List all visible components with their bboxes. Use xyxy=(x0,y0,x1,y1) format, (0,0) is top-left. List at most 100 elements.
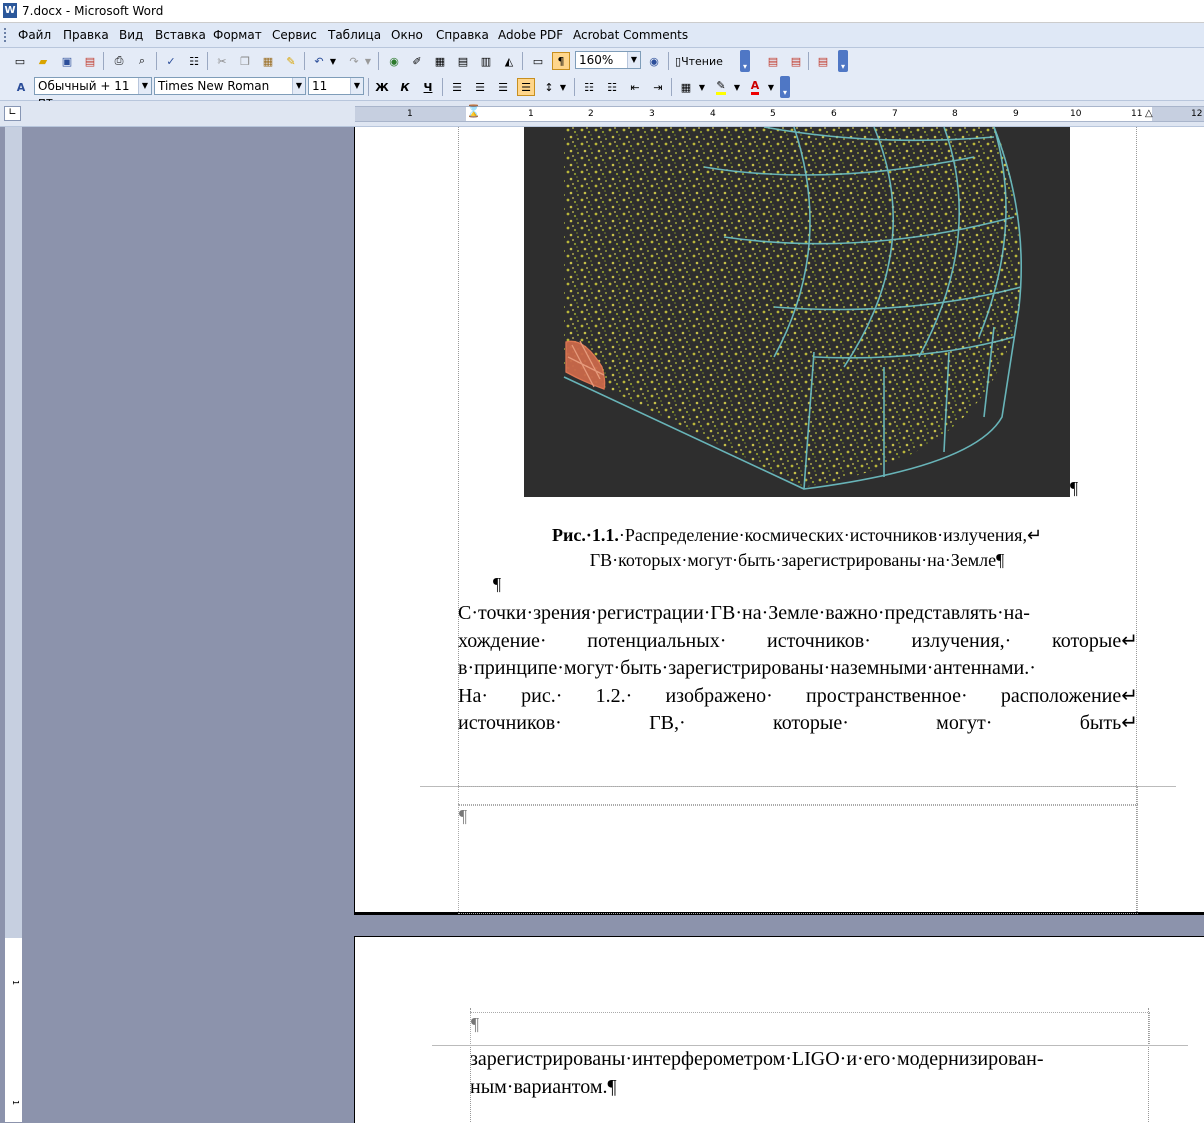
justify-icon[interactable]: ☰ xyxy=(517,78,535,96)
reading-mode-label: Чтение xyxy=(681,54,723,68)
menu-table[interactable]: Таблица xyxy=(328,28,381,42)
toolbar-separator xyxy=(304,52,305,70)
menu-adobe-pdf[interactable]: Adobe PDF xyxy=(498,28,563,42)
line-spacing-dropdown-icon[interactable]: ▼ xyxy=(558,78,568,96)
decrease-indent-icon[interactable]: ⇤ xyxy=(626,78,644,96)
menu-tools[interactable]: Сервис xyxy=(272,28,317,42)
drawing-icon[interactable]: ◭ xyxy=(500,52,518,70)
figure-caption-line-2[interactable]: ГВ·которых·могут·быть·зарегистрированы·н… xyxy=(458,550,1136,571)
cut-icon[interactable]: ✂ xyxy=(213,52,231,70)
research-icon[interactable]: ☷ xyxy=(185,52,203,70)
chevron-down-icon[interactable]: ▼ xyxy=(350,78,363,94)
menu-window[interactable]: Окно xyxy=(391,28,423,42)
bullets-icon[interactable]: ☷ xyxy=(603,78,621,96)
formatting-toolbar: A Обычный + 11 пт,▼ Times New Roman ▼ 11 ▼… xyxy=(0,74,1204,109)
align-center-icon[interactable]: ☰ xyxy=(471,78,489,96)
chevron-down-icon[interactable]: ▼ xyxy=(138,78,151,94)
italic-button[interactable]: К xyxy=(396,78,414,96)
horizontal-ruler[interactable]: 1 ⌛ 1 2 3 4 5 6 7 8 9 10 11 △ 12 xyxy=(355,104,1204,122)
print-preview-icon[interactable]: ⌕ xyxy=(133,52,151,70)
styles-pane-icon[interactable]: A xyxy=(12,78,30,96)
spelling-icon[interactable]: ✓ xyxy=(162,52,180,70)
menu-acrobat-comments[interactable]: Acrobat Comments xyxy=(573,28,688,42)
toolbar-options-icon[interactable]: ▾ xyxy=(838,50,848,72)
toolbar-options-icon[interactable]: ▾ xyxy=(740,50,750,72)
toolbar-options-icon[interactable]: ▾ xyxy=(780,76,790,98)
vertical-ruler[interactable]: 1 1 xyxy=(5,127,22,1122)
chevron-down-icon[interactable]: ▼ xyxy=(292,78,305,94)
show-hide-marks-icon[interactable]: ¶ xyxy=(552,52,570,70)
undo-icon[interactable]: ↶ xyxy=(310,52,328,70)
toolbar-separator xyxy=(207,52,208,70)
toolbar-separator xyxy=(103,52,104,70)
font-color-icon[interactable]: A xyxy=(746,78,764,96)
body-paragraph[interactable]: С·точки·зрения·регистрации·ГВ·на·Земле·в… xyxy=(458,600,1138,738)
underline-button[interactable]: Ч xyxy=(419,78,437,96)
header-area[interactable] xyxy=(470,1012,1150,1046)
menu-insert[interactable]: Вставка xyxy=(155,28,206,42)
font-color-dropdown-icon[interactable]: ▼ xyxy=(766,78,776,96)
figure-caption-line-1[interactable]: Рис.·1.1.·Распределение·космических·исто… xyxy=(458,525,1136,546)
columns-icon[interactable]: ▥ xyxy=(477,52,495,70)
ruler-label: 6 xyxy=(831,109,837,119)
zoom-combo[interactable]: 160% ▼ xyxy=(575,51,641,69)
open-folder-icon[interactable]: ▰ xyxy=(34,52,52,70)
font-combo[interactable]: Times New Roman ▼ xyxy=(154,77,306,95)
figure-image[interactable] xyxy=(524,127,1070,497)
print-icon[interactable]: ⎙ xyxy=(110,52,128,70)
redo-dropdown-icon[interactable]: ▼ xyxy=(363,52,373,70)
standard-toolbar: ▭ ▰ ▣ ▤ ⎙ ⌕ ✓ ☷ ✂ ❐ ▦ ✎ ↶ ▼ ↷ ▼ ◉ ✐ ▦ ▤ … xyxy=(0,48,1204,75)
highlight-dropdown-icon[interactable]: ▼ xyxy=(732,78,742,96)
align-left-icon[interactable]: ☰ xyxy=(448,78,466,96)
menu-file[interactable]: Файл xyxy=(18,28,51,42)
increase-indent-icon[interactable]: ⇥ xyxy=(649,78,667,96)
line-spacing-icon[interactable]: ↕ xyxy=(540,78,558,96)
insert-excel-icon[interactable]: ▤ xyxy=(454,52,472,70)
bold-button[interactable]: Ж xyxy=(373,78,391,96)
toolbar-separator xyxy=(808,52,809,70)
footer-area[interactable] xyxy=(458,804,1138,914)
style-combo[interactable]: Обычный + 11 пт,▼ xyxy=(34,77,152,109)
menu-edit[interactable]: Правка xyxy=(63,28,109,42)
menu-help[interactable]: Справка xyxy=(436,28,489,42)
numbering-icon[interactable]: ☷ xyxy=(580,78,598,96)
permission-icon[interactable]: ▤ xyxy=(81,52,99,70)
toolbar-separator xyxy=(156,52,157,70)
save-icon[interactable]: ▣ xyxy=(58,52,76,70)
empty-paragraph-mark: ¶ xyxy=(493,574,502,594)
pdf-convert-icon[interactable]: ▤ xyxy=(764,52,782,70)
tab-selector-icon[interactable]: ∟ xyxy=(4,106,21,121)
reading-mode-button[interactable]: ▯ Чтение xyxy=(675,52,737,70)
redo-icon[interactable]: ↷ xyxy=(345,52,363,70)
format-painter-icon[interactable]: ✎ xyxy=(282,52,300,70)
highlight-icon[interactable]: ✎ xyxy=(712,78,730,96)
toolbar-separator xyxy=(668,52,669,70)
borders-icon[interactable]: ▦ xyxy=(677,78,695,96)
right-indent-marker-icon[interactable]: △ xyxy=(1145,107,1153,121)
page2-paragraph[interactable]: зарегистрированы·интерферометром·LIGO·и·… xyxy=(470,1046,1148,1101)
zoom-value: 160% xyxy=(579,53,614,67)
menu-view[interactable]: Вид xyxy=(119,28,143,42)
font-size-combo[interactable]: 11 ▼ xyxy=(308,77,364,95)
chevron-down-icon[interactable]: ▼ xyxy=(627,52,640,68)
pdf-email-icon[interactable]: ▤ xyxy=(787,52,805,70)
body-line: хождение· потенциальных· источников· изл… xyxy=(458,629,1138,652)
word-app-icon[interactable]: W xyxy=(3,3,17,18)
vruler-label: 1 xyxy=(11,980,20,986)
tables-borders-icon[interactable]: ✐ xyxy=(408,52,426,70)
paste-icon[interactable]: ▦ xyxy=(259,52,277,70)
copy-icon[interactable]: ❐ xyxy=(236,52,254,70)
hyperlink-icon[interactable]: ◉ xyxy=(385,52,403,70)
document-map-icon[interactable]: ▭ xyxy=(529,52,547,70)
menu-format[interactable]: Формат xyxy=(213,28,262,42)
new-document-icon[interactable]: ▭ xyxy=(11,52,29,70)
align-right-icon[interactable]: ☰ xyxy=(494,78,512,96)
help-icon[interactable]: ◉ xyxy=(645,52,663,70)
insert-table-icon[interactable]: ▦ xyxy=(431,52,449,70)
borders-dropdown-icon[interactable]: ▼ xyxy=(697,78,707,96)
menu-grip[interactable] xyxy=(4,28,9,42)
pdf-review-icon[interactable]: ▤ xyxy=(814,52,832,70)
first-line-indent-marker-icon[interactable]: ⌛ xyxy=(466,104,481,118)
body-line: На· рис.· 1.2.· изображено· пространстве… xyxy=(458,684,1138,707)
undo-dropdown-icon[interactable]: ▼ xyxy=(328,52,338,70)
